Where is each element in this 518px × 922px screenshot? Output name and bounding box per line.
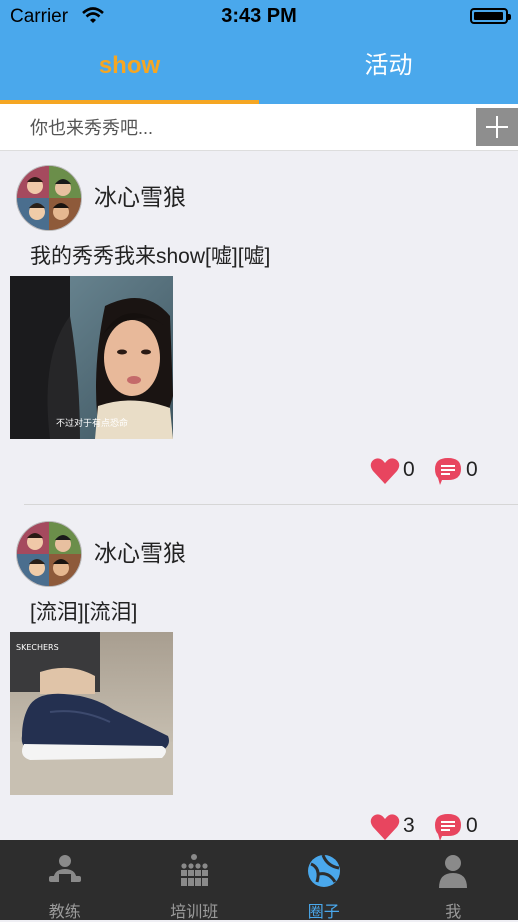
woman-closeup-photo: 不过对于有点恐命 [10,276,173,439]
like-count: 3 [403,814,415,838]
comment-icon[interactable] [434,456,462,486]
post-photo[interactable]: 不过对于有点恐命 [10,276,173,439]
heart-icon[interactable] [370,457,400,485]
post-input-bar [0,104,518,151]
circle-ball-icon [305,852,343,890]
comment-icon[interactable] [434,812,462,840]
class-icon [175,852,213,890]
tabbar-label: 教练 [0,898,130,922]
segment-tabs: show 活动 [0,34,518,104]
comment-count: 0 [466,814,478,838]
comment-count: 0 [466,458,478,482]
tabbar-item-circle[interactable]: 圈子 [259,840,389,920]
status-bar: Carrier 3:43 PM [0,0,518,34]
person-icon [434,852,472,890]
svg-text:不过对于有点恐命: 不过对于有点恐命 [56,417,128,429]
svg-text:SKECHERS: SKECHERS [16,643,59,652]
coach-icon [46,852,84,890]
navy-shoe-photo: SKECHERS [10,632,173,795]
like-count: 0 [403,458,415,482]
post-divider [24,504,518,505]
post-username[interactable]: 冰心雪狼 [94,534,186,568]
clock-time: 3:43 PM [0,5,518,28]
post-text: 我的秀秀我来show[嘘][嘘] [30,240,270,270]
battery-icon [470,8,508,24]
post-actions: 0 0 [318,454,518,488]
tabbar-label: 圈子 [259,898,389,922]
add-post-button[interactable] [476,108,518,146]
tabbar-item-me[interactable]: 我 [389,840,518,920]
post-item: 冰心雪狼 [流泪][流泪] SKECHERS [0,506,518,840]
post-input[interactable] [28,112,472,144]
feed-list[interactable]: 冰心雪狼 我的秀秀我来show[嘘][嘘] [0,150,518,840]
tab-activity[interactable]: 活动 [259,34,518,104]
tabbar-item-coach[interactable]: 教练 [0,840,130,920]
avatar[interactable] [16,165,82,231]
group-photo-avatar [17,522,81,586]
top-navigation-bar: Carrier 3:43 PM show 活动 [0,0,518,104]
post-username[interactable]: 冰心雪狼 [94,178,186,212]
post-actions: 3 0 [318,810,518,840]
post-text: [流泪][流泪] [30,596,137,626]
group-photo-avatar [17,166,81,230]
post-item: 冰心雪狼 我的秀秀我来show[嘘][嘘] [0,150,518,506]
tab-show[interactable]: show [0,34,259,104]
bottom-tab-bar: 教练 培训班 圈子 我 [0,840,518,920]
tabbar-label: 培训班 [130,898,260,922]
tabbar-label: 我 [389,898,518,922]
heart-icon[interactable] [370,813,400,840]
post-photo[interactable]: SKECHERS [10,632,173,795]
tabbar-item-class[interactable]: 培训班 [130,840,260,920]
avatar[interactable] [16,521,82,587]
